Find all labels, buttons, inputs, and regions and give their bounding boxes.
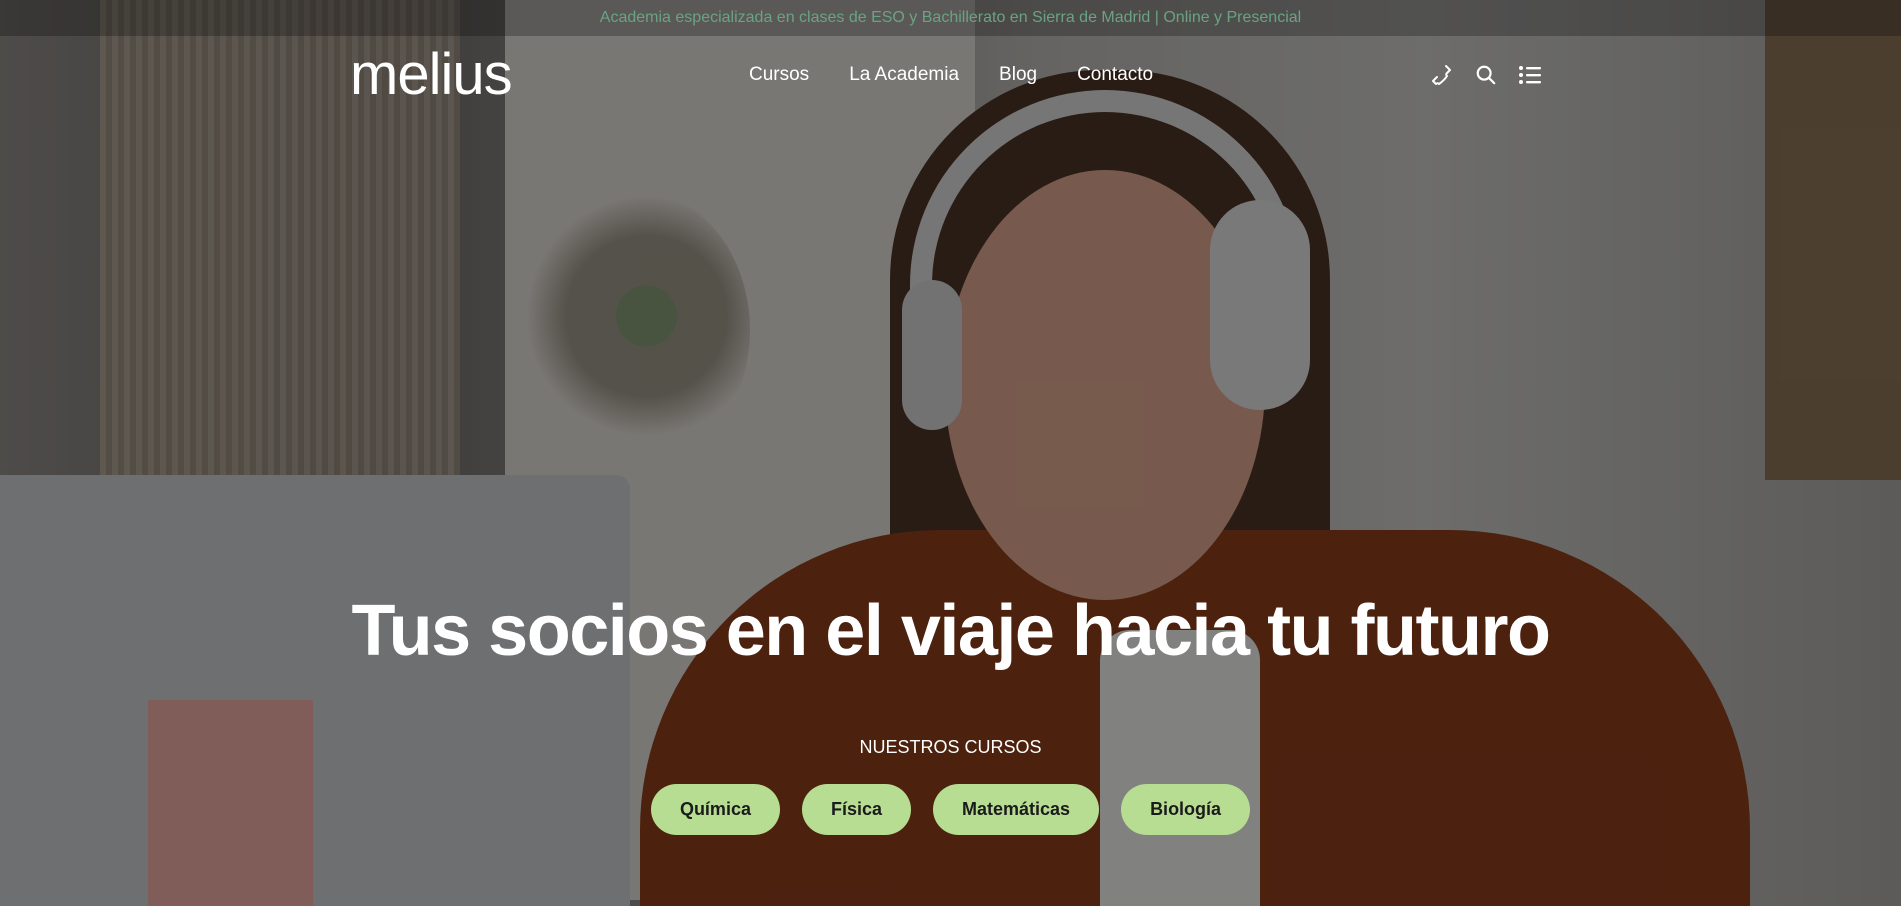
menu-list-icon[interactable] — [1518, 63, 1542, 87]
announcement-bar: Academia especializada en clases de ESO … — [0, 0, 1901, 36]
phone-icon[interactable] — [1430, 63, 1454, 87]
nav-item-cursos[interactable]: Cursos — [749, 64, 809, 86]
search-icon[interactable] — [1474, 63, 1498, 87]
header-icons — [1430, 63, 1542, 87]
hero-headline: Tus socios en el viaje hacia tu futuro — [351, 591, 1551, 671]
announcement-text: Academia especializada en clases de ESO … — [599, 9, 1302, 26]
course-buttons: Química Física Matemáticas Biología — [0, 784, 1901, 835]
hero-overlay — [0, 0, 1901, 906]
site-logo[interactable]: melius — [350, 46, 513, 104]
nav-item-blog[interactable]: Blog — [999, 64, 1037, 86]
course-button-biologia[interactable]: Biología — [1121, 784, 1251, 835]
nav-item-la-academia[interactable]: La Academia — [849, 64, 959, 86]
courses-subheading: NUESTROS CURSOS — [859, 737, 1042, 757]
hero-section: Academia especializada en clases de ESO … — [0, 0, 1901, 906]
course-button-quimica[interactable]: Química — [650, 784, 780, 835]
course-button-fisica[interactable]: Física — [801, 784, 911, 835]
course-button-matematicas[interactable]: Matemáticas — [933, 784, 1100, 835]
main-nav: Cursos La Academia Blog Contacto — [749, 64, 1153, 86]
nav-item-contacto[interactable]: Contacto — [1077, 64, 1153, 86]
